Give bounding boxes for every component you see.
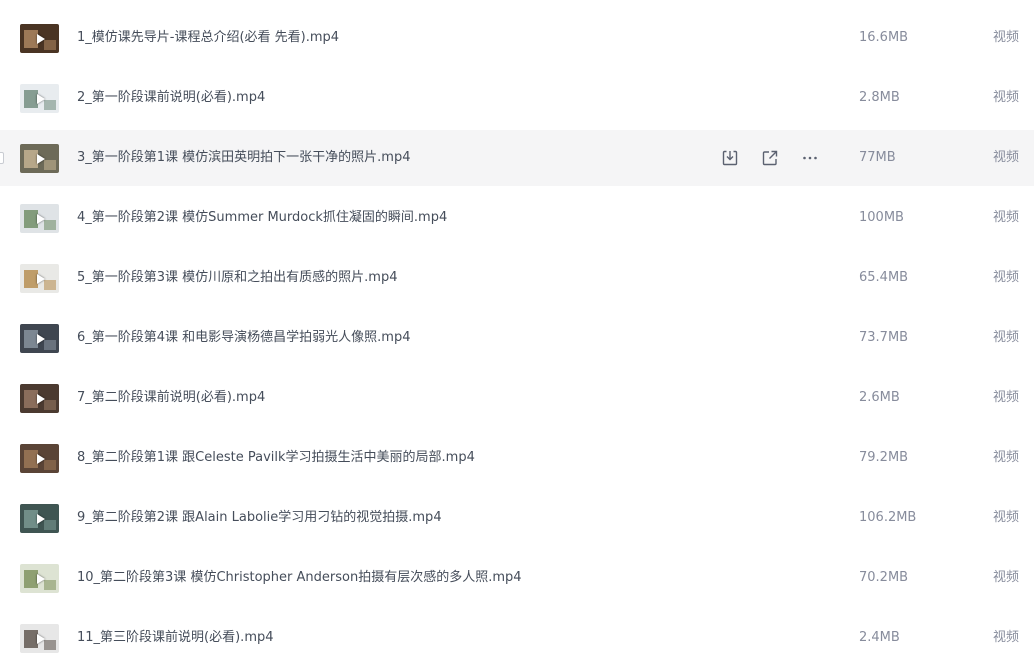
file-row[interactable]: 10_第二阶段第3课 模仿Christopher Anderson拍摄有层次感的… xyxy=(0,550,1034,606)
file-row[interactable]: 8_第二阶段第1课 跟Celeste Pavilk学习拍摄生活中美丽的局部.mp… xyxy=(0,430,1034,486)
file-type: 视频 xyxy=(993,630,1020,645)
thumbnail-image xyxy=(44,100,56,110)
more-icon[interactable] xyxy=(800,148,820,168)
file-name[interactable]: 2_第一阶段课前说明(必看).mp4 xyxy=(77,70,265,126)
file-row[interactable]: 7_第二阶段课前说明(必看).mp4 2.6MB 视频 xyxy=(0,370,1034,426)
file-row[interactable]: 2_第一阶段课前说明(必看).mp4 2.8MB 视频 xyxy=(0,70,1034,126)
file-row[interactable]: 4_第一阶段第2课 模仿Summer Murdock抓住凝固的瞬间.mp4 100… xyxy=(0,190,1034,246)
file-name[interactable]: 9_第二阶段第2课 跟Alain Labolie学习用刁钻的视觉拍摄.mp4 xyxy=(77,490,442,546)
file-size: 2.6MB xyxy=(859,390,900,405)
file-row[interactable]: 6_第一阶段第4课 和电影导演杨德昌学拍弱光人像照.mp4 73.7MB 视频 xyxy=(0,310,1034,366)
play-icon xyxy=(36,573,45,584)
play-icon xyxy=(36,93,45,104)
file-row[interactable]: 3_第一阶段第1课 模仿滨田英明拍下一张干净的照片.mp4 77MB 视频 xyxy=(0,130,1034,186)
file-list: 1_模仿课先导片-课程总介绍(必看 先看).mp4 16.6MB 视频 2_第一阶段课… xyxy=(0,0,1034,669)
file-type: 视频 xyxy=(993,270,1020,285)
play-icon xyxy=(36,453,45,464)
file-row[interactable]: 1_模仿课先导片-课程总介绍(必看 先看).mp4 16.6MB 视频 xyxy=(0,10,1034,66)
thumbnail-image xyxy=(44,280,56,290)
file-size: 65.4MB xyxy=(859,270,909,285)
file-name[interactable]: 6_第一阶段第4课 和电影导演杨德昌学拍弱光人像照.mp4 xyxy=(77,310,411,366)
video-thumbnail[interactable] xyxy=(20,384,59,413)
file-size: 77MB xyxy=(859,150,896,165)
thumbnail-image xyxy=(44,580,56,590)
file-type: 视频 xyxy=(993,150,1020,165)
file-size: 73.7MB xyxy=(859,330,909,345)
thumbnail-image xyxy=(44,40,56,50)
video-thumbnail[interactable] xyxy=(20,204,59,233)
video-thumbnail[interactable] xyxy=(20,444,59,473)
file-name[interactable]: 5_第一阶段第3课 模仿川原和之拍出有质感的照片.mp4 xyxy=(77,250,398,306)
file-type: 视频 xyxy=(993,210,1020,225)
share-icon[interactable] xyxy=(760,148,780,168)
download-icon[interactable] xyxy=(720,148,740,168)
thumbnail-image xyxy=(44,160,56,170)
play-icon xyxy=(36,513,45,524)
file-name[interactable]: 7_第二阶段课前说明(必看).mp4 xyxy=(77,370,265,426)
video-thumbnail[interactable] xyxy=(20,264,59,293)
file-name[interactable]: 3_第一阶段第1课 模仿滨田英明拍下一张干净的照片.mp4 xyxy=(77,130,411,186)
play-icon xyxy=(36,333,45,344)
file-size: 100MB xyxy=(859,210,904,225)
file-type: 视频 xyxy=(993,450,1020,465)
file-type: 视频 xyxy=(993,570,1020,585)
file-type: 视频 xyxy=(993,90,1020,105)
file-type: 视频 xyxy=(993,30,1020,45)
file-size: 16.6MB xyxy=(859,30,909,45)
file-size: 106.2MB xyxy=(859,510,917,525)
video-thumbnail[interactable] xyxy=(20,144,59,173)
thumbnail-image xyxy=(44,460,56,470)
file-type: 视频 xyxy=(993,510,1020,525)
video-thumbnail[interactable] xyxy=(20,504,59,533)
file-size: 70.2MB xyxy=(859,570,909,585)
video-thumbnail[interactable] xyxy=(20,324,59,353)
file-name[interactable]: 1_模仿课先导片-课程总介绍(必看 先看).mp4 xyxy=(77,10,339,66)
play-icon xyxy=(36,393,45,404)
video-thumbnail[interactable] xyxy=(20,24,59,53)
thumbnail-image xyxy=(44,340,56,350)
row-checkbox[interactable] xyxy=(0,152,4,164)
thumbnail-image xyxy=(44,640,56,650)
file-size: 2.4MB xyxy=(859,630,900,645)
file-row[interactable]: 11_第三阶段课前说明(必看).mp4 2.4MB 视频 xyxy=(0,610,1034,666)
file-type: 视频 xyxy=(993,390,1020,405)
thumbnail-image xyxy=(44,220,56,230)
thumbnail-image xyxy=(44,400,56,410)
file-type: 视频 xyxy=(993,330,1020,345)
file-name[interactable]: 10_第二阶段第3课 模仿Christopher Anderson拍摄有层次感的… xyxy=(77,550,522,606)
video-thumbnail[interactable] xyxy=(20,624,59,653)
file-size: 79.2MB xyxy=(859,450,909,465)
video-thumbnail[interactable] xyxy=(20,564,59,593)
file-name[interactable]: 8_第二阶段第1课 跟Celeste Pavilk学习拍摄生活中美丽的局部.mp… xyxy=(77,430,475,486)
play-icon xyxy=(36,213,45,224)
file-name[interactable]: 11_第三阶段课前说明(必看).mp4 xyxy=(77,610,274,666)
play-icon xyxy=(36,33,45,44)
file-size: 2.8MB xyxy=(859,90,900,105)
video-thumbnail[interactable] xyxy=(20,84,59,113)
file-row[interactable]: 5_第一阶段第3课 模仿川原和之拍出有质感的照片.mp4 65.4MB 视频 xyxy=(0,250,1034,306)
file-row[interactable]: 9_第二阶段第2课 跟Alain Labolie学习用刁钻的视觉拍摄.mp4 10… xyxy=(0,490,1034,546)
play-icon xyxy=(36,273,45,284)
row-actions xyxy=(720,148,840,168)
thumbnail-image xyxy=(44,520,56,530)
play-icon xyxy=(36,633,45,644)
play-icon xyxy=(36,153,45,164)
file-name[interactable]: 4_第一阶段第2课 模仿Summer Murdock抓住凝固的瞬间.mp4 xyxy=(77,190,447,246)
